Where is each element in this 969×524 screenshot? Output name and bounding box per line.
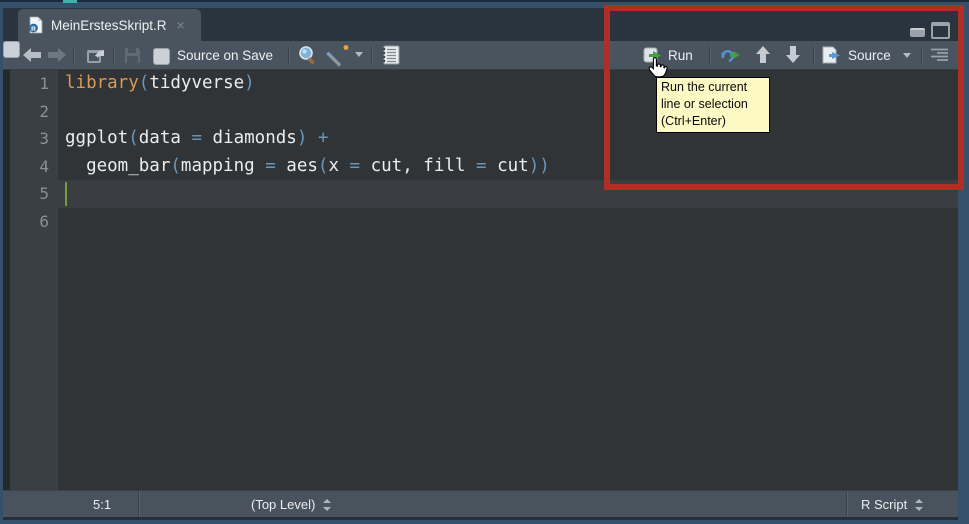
r-file-icon: R (28, 16, 43, 34)
svg-text:R: R (31, 26, 36, 33)
source-on-save-label: Source on Save (177, 48, 273, 63)
search-icon[interactable] (297, 45, 319, 66)
text-cursor (65, 182, 67, 206)
forward-arrow-icon[interactable] (46, 46, 68, 64)
toolbar-separator (371, 46, 372, 65)
status-separator (138, 491, 139, 517)
save-icon[interactable] (123, 46, 142, 65)
line-number-gutter: 123456 (10, 70, 58, 490)
editor-status-bar: 5:1 (Top Level) R Script (3, 490, 958, 517)
line-number: 3 (10, 125, 58, 153)
scope-selector[interactable]: (Top Level) (251, 497, 331, 512)
tab-close-icon[interactable]: × (177, 18, 185, 32)
status-separator (846, 491, 847, 517)
cursor-position: 5:1 (93, 497, 111, 512)
line-number: 1 (10, 70, 58, 98)
tab-title: MeinErstesSkript.R (51, 18, 167, 33)
toolbar-separator (113, 46, 114, 65)
scope-spinner-icon (322, 499, 331, 511)
file-type-selector[interactable]: R Script (861, 497, 923, 512)
code-line[interactable] (58, 208, 958, 236)
tab-mein-erstes-skript[interactable]: R MeinErstesSkript.R × (18, 9, 201, 41)
rstudio-source-pane: R MeinErstesSkript.R × Source on Save (0, 0, 969, 524)
compile-notebook-icon[interactable] (381, 45, 402, 65)
bottom-frame-line (3, 517, 958, 520)
line-number: 5 (10, 180, 58, 208)
open-in-new-window-icon[interactable] (85, 46, 107, 65)
wand-dropdown-caret-icon[interactable] (355, 52, 363, 57)
line-number: 2 (10, 98, 58, 126)
line-number: 4 (10, 153, 58, 181)
source-on-save-checkbox[interactable] (153, 48, 170, 65)
back-arrow-icon[interactable] (21, 46, 43, 64)
hand-pointer-cursor-icon (646, 56, 669, 82)
magic-wand-icon[interactable] (326, 44, 354, 67)
top-teal-fragment (63, 0, 77, 3)
run-button-tooltip: Run the current line or selection (Ctrl+… (656, 77, 770, 133)
toolbar-separator (288, 46, 289, 65)
file-type-spinner-icon (914, 499, 923, 511)
editor-margin-strip (3, 70, 10, 490)
top-frame-line (0, 0, 969, 2)
line-number: 6 (10, 208, 58, 236)
toolbar-separator (73, 46, 74, 65)
